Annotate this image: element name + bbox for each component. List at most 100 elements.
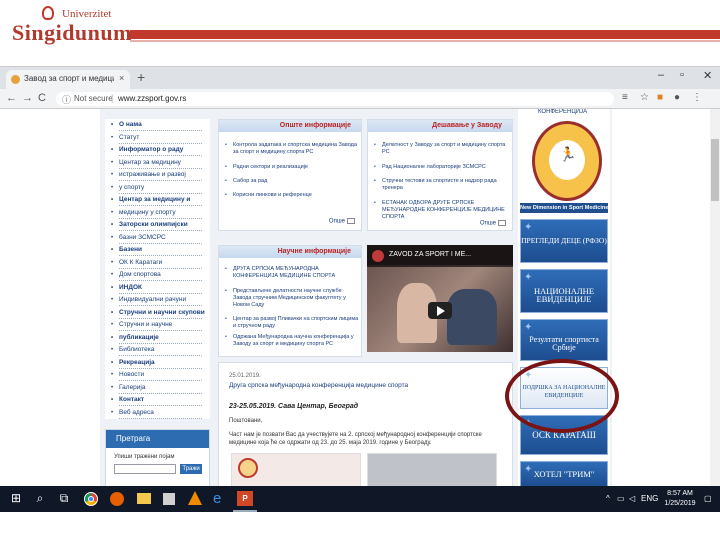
- menu-divider: [119, 242, 202, 244]
- menu-item-label: Статут: [119, 133, 140, 141]
- annotation-highlight-circle: [505, 359, 619, 433]
- video-title[interactable]: ZAVOD ZA SPORT I ME...: [389, 251, 471, 258]
- more-link[interactable]: Опше: [329, 218, 355, 225]
- menu-item-label: ИНДОК: [119, 283, 143, 291]
- news-link[interactable]: ЕСТАНАК ОДБОРА ДРУГЕ СРПСКЕ МЕЂУНАРОДНЕ …: [374, 200, 508, 221]
- bullet-icon: •: [111, 247, 114, 253]
- menu-item[interactable]: • Заторски олимпијски: [105, 221, 210, 229]
- menu-lines-icon[interactable]: ≡: [622, 92, 628, 103]
- close-window-button[interactable]: ✕: [703, 69, 712, 82]
- news-link[interactable]: Рад Националне лабораторије ЗСМСРС: [374, 164, 508, 171]
- menu-item[interactable]: • ОК К Каратаги: [105, 259, 210, 267]
- edge-icon[interactable]: e: [213, 490, 221, 507]
- sidebar-banner[interactable]: ✦ НАЦИОНАЛНЕ ЕВИДЕНЦИЈЕ: [520, 269, 608, 313]
- reload-icon[interactable]: C: [38, 92, 46, 104]
- menu-item[interactable]: • О нама: [105, 121, 210, 129]
- news-link[interactable]: Сабор за рад: [225, 178, 359, 185]
- menu-item[interactable]: • Индивидуални рачуни: [105, 296, 210, 304]
- sidebar-banner[interactable]: ✦ Резултати спортиста Србије: [520, 319, 608, 361]
- conference-emblem[interactable]: 🏃: [532, 121, 602, 201]
- minimize-button[interactable]: –: [658, 69, 664, 81]
- menu-item[interactable]: • Контакт: [105, 396, 210, 404]
- bullet-icon: •: [111, 384, 114, 391]
- menu-item[interactable]: • Новости: [105, 371, 210, 379]
- file-explorer-icon[interactable]: [137, 493, 151, 504]
- news-link[interactable]: Делатност у Заводу за спорт и медицину с…: [374, 142, 508, 156]
- menu-item-label: у спорту: [119, 183, 145, 191]
- start-button[interactable]: ⊞: [6, 491, 26, 507]
- scrollbar-thumb[interactable]: [711, 139, 719, 201]
- powerpoint-icon[interactable]: P: [237, 491, 253, 506]
- menu-item[interactable]: • медицину у спорту: [105, 209, 210, 217]
- close-tab-icon[interactable]: ×: [119, 73, 124, 83]
- notifications-icon[interactable]: ▢: [704, 494, 712, 503]
- address-bar[interactable]: ⓘ Not secure | www.zzsport.gov.rs: [56, 92, 614, 106]
- menu-item[interactable]: • Статут: [105, 134, 210, 142]
- more-icon[interactable]: ⋮: [692, 92, 702, 103]
- extension-icon[interactable]: ■: [657, 92, 663, 103]
- menu-item-label: Стручни и научне: [119, 321, 173, 328]
- url-text[interactable]: www.zzsport.gov.rs: [118, 94, 186, 103]
- menu-item-label: базни ЗСМСРС: [119, 233, 166, 241]
- logo-university-label: Univerzitet: [62, 8, 112, 20]
- menu-item[interactable]: • публикације: [105, 334, 210, 342]
- task-view-icon[interactable]: ⧉: [54, 491, 74, 507]
- menu-item-label: Стручни и научни скупови: [119, 308, 205, 316]
- menu-item[interactable]: • Библиотека: [105, 346, 210, 354]
- news-link[interactable]: Контрола задатака и спортска медицина За…: [225, 142, 359, 156]
- clock-date[interactable]: 1/25/2019: [660, 500, 700, 507]
- menu-item[interactable]: • истраживање и развој: [105, 171, 210, 179]
- embedded-video[interactable]: ZAVOD ZA SPORT I ME...: [367, 245, 513, 352]
- language-indicator[interactable]: ENG: [641, 494, 658, 503]
- sidebar-banner[interactable]: ✦ ХОТЕЛ "ТРИМ": [520, 461, 608, 487]
- menu-item[interactable]: • Стручни и научни скупови: [105, 309, 210, 317]
- news-link[interactable]: Представљене делатности научне службе За…: [225, 288, 359, 309]
- search-icon[interactable]: ⌕: [30, 491, 50, 507]
- news-link[interactable]: Стручни тестови за спортисте и надзор ра…: [374, 178, 508, 192]
- article-headline[interactable]: Друга српска међународна конференција ме…: [229, 382, 408, 389]
- more-link[interactable]: Опше: [480, 220, 506, 227]
- menu-item[interactable]: • Информатор о раду: [105, 146, 210, 154]
- banner-label: ПРЕГЛЕДИ ДЕЦЕ (РФЗО): [521, 236, 607, 245]
- conference-caption: New Dimension in Sport Medicine: [520, 203, 609, 213]
- menu-item[interactable]: • Веб адреса: [105, 409, 210, 417]
- star-icon[interactable]: ☆: [640, 92, 649, 103]
- news-link[interactable]: ДРУГА СРПСКА МЕЂУНАРОДНА КОНФЕРЕНЦИЈА МЕ…: [225, 266, 359, 280]
- search-input[interactable]: [114, 464, 176, 474]
- new-tab-button[interactable]: +: [137, 69, 145, 85]
- forward-icon[interactable]: →: [22, 92, 33, 104]
- menu-item[interactable]: • Рекреација: [105, 359, 210, 367]
- menu-item[interactable]: • ИНДОК: [105, 284, 210, 292]
- clock-time[interactable]: 8:57 AM: [662, 490, 698, 497]
- store-icon[interactable]: [163, 493, 175, 505]
- menu-item[interactable]: • у спорту: [105, 184, 210, 192]
- news-link[interactable]: Корисни линкови и референце: [225, 192, 359, 199]
- menu-item[interactable]: • базни ЗСМСРС: [105, 234, 210, 242]
- restore-button[interactable]: ▫: [680, 69, 684, 81]
- menu-item[interactable]: • Дом спортова: [105, 271, 210, 279]
- tray-expand-icon[interactable]: ^: [606, 494, 610, 503]
- channel-avatar[interactable]: [372, 250, 384, 262]
- info-icon[interactable]: ⓘ: [62, 93, 71, 106]
- browser-tab[interactable]: Завод за спорт и медицину ×: [6, 70, 130, 89]
- menu-item[interactable]: • Центар за медицину: [105, 159, 210, 167]
- menu-item[interactable]: • Центар за медицину и: [105, 196, 210, 204]
- vlc-icon[interactable]: [188, 491, 202, 505]
- chrome-icon[interactable]: [84, 492, 98, 506]
- volume-icon[interactable]: ◁: [629, 494, 635, 503]
- news-link[interactable]: Центар за развој Пливачки на спортским л…: [225, 316, 359, 330]
- profile-icon[interactable]: ●: [674, 92, 680, 103]
- firefox-icon[interactable]: [110, 492, 124, 506]
- news-link[interactable]: Радни сектори и реализације: [225, 164, 359, 171]
- news-link[interactable]: Одржана Међународна научна конференција …: [225, 334, 359, 348]
- menu-item[interactable]: • Базени: [105, 246, 210, 254]
- menu-item[interactable]: • Галерија: [105, 384, 210, 392]
- play-button[interactable]: [428, 302, 452, 319]
- search-button[interactable]: Тражи: [180, 464, 202, 474]
- sidebar-banner[interactable]: ✦ ПРЕГЛЕДИ ДЕЦЕ (РФЗО): [520, 219, 608, 263]
- featured-article: 25.01.2019. Друга српска међународна кон…: [218, 362, 513, 487]
- network-icon[interactable]: ▭: [617, 494, 625, 503]
- menu-item[interactable]: • Стручни и научне: [105, 321, 210, 329]
- back-icon[interactable]: ←: [6, 92, 17, 104]
- play-icon: [437, 306, 445, 316]
